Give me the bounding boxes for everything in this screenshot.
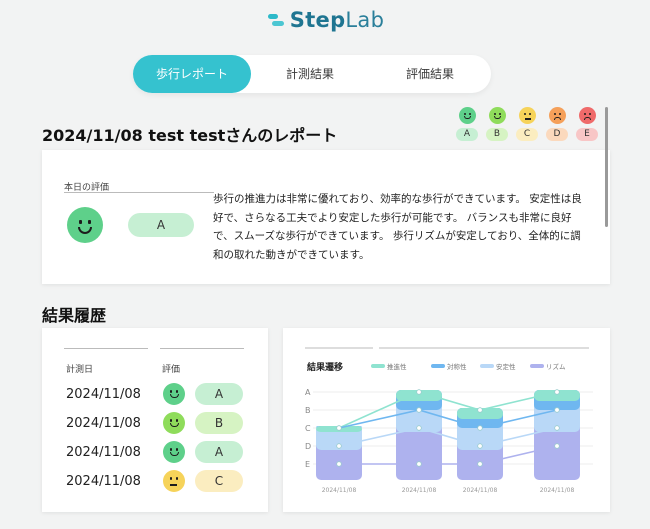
sad-face-icon	[578, 107, 596, 124]
today-evaluation-card: 本日の評価 A 歩行の推進力は非常に優れており、効率的な歩行ができています。 安…	[42, 150, 610, 284]
legend-swatch	[431, 364, 445, 368]
legend-label: 対称性	[447, 362, 467, 371]
data-point	[477, 407, 483, 413]
brand-header: StepLab	[0, 8, 650, 32]
report-title: 2024/11/08 test testさんのレポート	[42, 126, 338, 145]
history-date: 2024/11/08	[66, 474, 141, 489]
report-tabs: 歩行レポート 計測結果 評価結果	[133, 55, 491, 93]
history-card: 計測日 評価 2024/11/08 A 2024/11/08 B 2024/11/0…	[42, 328, 268, 512]
legend-swatch	[530, 364, 544, 368]
neutral-face-icon	[163, 470, 185, 492]
grade-legend-d: D	[546, 107, 568, 141]
data-point	[416, 425, 422, 431]
history-title: 結果履歴	[42, 306, 107, 325]
divider	[160, 348, 244, 349]
legend-swatch	[371, 364, 385, 368]
tab-evaluation-results[interactable]: 評価結果	[369, 55, 491, 93]
grade-tag: B	[486, 128, 508, 141]
divider	[64, 192, 214, 193]
smile-face-icon	[458, 107, 476, 124]
legend-label: 安定性	[496, 362, 516, 371]
grade-tag: E	[576, 128, 598, 141]
history-grade-badge: B	[195, 412, 243, 434]
x-tick-label: 2024/11/08	[402, 487, 437, 494]
grade-tag: C	[516, 128, 538, 141]
series-line	[338, 427, 558, 447]
history-row[interactable]: 2024/11/08 B	[42, 409, 268, 437]
today-description: 歩行の推進力は非常に優れており、効率的な歩行ができています。 安定性は良好で、さ…	[213, 193, 582, 261]
series-line	[339, 445, 558, 465]
smile-face-icon	[67, 207, 103, 243]
history-date: 2024/11/08	[66, 387, 141, 402]
y-tick-label: E	[305, 460, 310, 469]
history-date: 2024/11/08	[66, 416, 141, 431]
tab-measurement-results[interactable]: 計測結果	[251, 55, 369, 93]
y-tick-label: C	[305, 424, 311, 433]
data-point	[416, 461, 422, 467]
history-row[interactable]: 2024/11/08 A	[42, 380, 268, 408]
data-point	[416, 389, 422, 395]
neutral-face-icon	[518, 107, 536, 124]
y-tick-label: D	[305, 442, 311, 451]
grade-legend-b: B	[486, 107, 508, 141]
steplab-logo-icon	[266, 11, 284, 29]
data-point	[554, 407, 560, 413]
legend-label: リズム	[546, 362, 566, 371]
data-point	[336, 461, 342, 467]
y-tick-label: B	[305, 406, 311, 415]
grade-legend-a: A	[456, 107, 478, 141]
y-tick-label: A	[305, 388, 311, 397]
smile-face-icon	[163, 412, 185, 434]
history-date: 2024/11/08	[66, 445, 141, 460]
x-tick-label: 2024/11/08	[463, 487, 498, 494]
legend-swatch	[480, 364, 494, 368]
legend-label: 推進性	[387, 362, 407, 371]
data-point	[554, 425, 560, 431]
grade-column-header: 評価	[162, 365, 181, 375]
data-point	[554, 443, 560, 449]
x-tick-label: 2024/11/08	[322, 487, 357, 494]
tab-walking-report[interactable]: 歩行レポート	[133, 55, 251, 93]
history-row[interactable]: 2024/11/08 C	[42, 467, 268, 495]
today-grade-badge: A	[128, 213, 194, 237]
data-point	[477, 443, 483, 449]
grade-tag: A	[456, 128, 478, 141]
history-row[interactable]: 2024/11/08 A	[42, 438, 268, 466]
data-point	[336, 443, 342, 449]
data-point	[336, 425, 342, 431]
frown-face-icon	[548, 107, 566, 124]
x-tick-label: 2024/11/08	[540, 487, 575, 494]
history-grade-badge: C	[195, 470, 243, 492]
trend-chart-svg: 結果遷移 推進性 対称性 安定性 リズム ABCDE 2024/11/08 2024/11/0…	[305, 347, 593, 494]
smile-face-icon	[163, 441, 185, 463]
grade-legend-e: E	[576, 107, 598, 141]
grade-legend-c: C	[516, 107, 538, 141]
data-point	[477, 461, 483, 467]
smile-face-icon	[488, 107, 506, 124]
history-grade-badge: A	[195, 383, 243, 405]
chart-title: 結果遷移	[307, 361, 343, 373]
scrollbar[interactable]	[605, 107, 608, 227]
grade-tag: D	[546, 128, 568, 141]
data-point	[477, 425, 483, 431]
data-point	[416, 407, 422, 413]
divider	[64, 348, 148, 349]
grade-legend: A B C D E	[456, 107, 598, 141]
history-grade-badge: A	[195, 441, 243, 463]
result-trend-chart: 結果遷移 推進性 対称性 安定性 リズム A B C D E 2024/11/08 2024/11/0…	[283, 328, 610, 512]
data-point	[554, 389, 560, 395]
brand-name: StepLab	[289, 8, 385, 32]
smile-face-icon	[163, 383, 185, 405]
date-column-header: 計測日	[66, 365, 94, 375]
